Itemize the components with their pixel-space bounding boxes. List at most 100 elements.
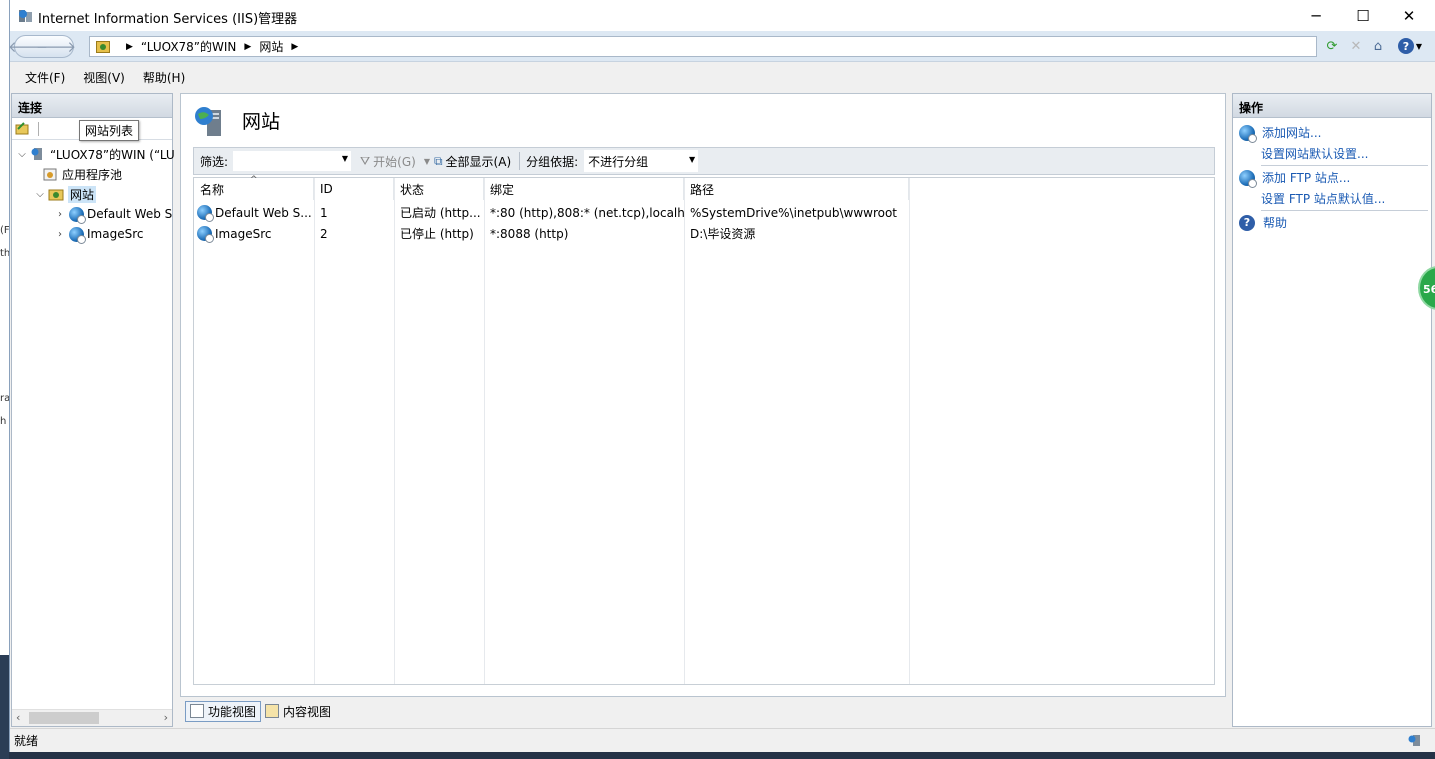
chevron-right-icon[interactable]: ▶ bbox=[126, 42, 133, 52]
scrollbar-thumb[interactable] bbox=[29, 712, 99, 724]
cell-status: 已启动 (http... bbox=[400, 206, 481, 220]
column-header-status[interactable]: 状态 bbox=[394, 178, 484, 200]
column-header-name[interactable]: ^ 名称 bbox=[194, 175, 314, 200]
chevron-right-icon[interactable]: ▶ bbox=[244, 42, 251, 52]
filter-label: 筛选: bbox=[200, 154, 229, 169]
chevron-right-icon[interactable]: ▶ bbox=[291, 42, 298, 52]
chevron-down-icon[interactable]: ▼ bbox=[424, 157, 430, 166]
action-site-defaults[interactable]: 设置网站默认设置... bbox=[1261, 145, 1368, 162]
column-divider bbox=[684, 178, 685, 684]
table-row[interactable]: ImageSrc 2 已停止 (http) *:8088 (http) D:\毕… bbox=[194, 223, 1214, 244]
show-all-button[interactable]: ⧉ 全部显示(A) bbox=[434, 153, 511, 170]
help-icon: ? bbox=[1239, 214, 1255, 231]
minimize-button[interactable]: ─ bbox=[1293, 0, 1339, 31]
scroll-right-icon[interactable]: › bbox=[164, 711, 168, 724]
close-button[interactable]: ✕ bbox=[1386, 0, 1432, 31]
iis-app-icon bbox=[19, 10, 32, 22]
cell-binding: *:80 (http),808:* (net.tcp),localh... bbox=[490, 205, 684, 220]
funnel-icon: ⛛ bbox=[360, 153, 371, 168]
iis-manager-window: Internet Information Services (IIS)管理器 ─… bbox=[8, 0, 1435, 752]
actions-panel: 操作 添加网站... 设置网站默认设置... 添加 FTP 站点... 设置 F… bbox=[1232, 93, 1432, 727]
tree-label-server: “LUOX78”的WIN (“LU bbox=[50, 147, 175, 162]
filter-bar: 筛选: ▼ ⛛ 开始(G) ▼ ⧉ 全部显示(A) 分组依据: 不进行分组 ▼ bbox=[193, 147, 1215, 175]
tree-label-app-pools: 应用程序池 bbox=[62, 167, 123, 182]
tree-item-imagesrc[interactable]: › ImageSrc bbox=[54, 224, 143, 244]
tooltip: 网站列表 bbox=[79, 120, 140, 141]
maximize-button[interactable]: ☐ bbox=[1340, 0, 1386, 31]
filter-input[interactable]: ▼ bbox=[232, 150, 353, 172]
menu-file[interactable]: 文件(F) bbox=[16, 69, 74, 86]
cell-path: %SystemDrive%\inetpub\wwwroot bbox=[690, 205, 897, 220]
breadcrumb-server[interactable]: “LUOX78”的WIN bbox=[141, 38, 237, 55]
show-all-icon: ⧉ bbox=[433, 153, 443, 168]
toolbar-separator bbox=[38, 122, 39, 136]
menu-bar: 文件(F) 视图(V) 帮助(H) bbox=[10, 63, 1435, 91]
chevron-down-icon[interactable]: ⌵ bbox=[16, 149, 28, 160]
action-ftp-defaults[interactable]: 设置 FTP 站点默认值... bbox=[1261, 190, 1385, 207]
toolbar-separator bbox=[519, 152, 521, 170]
help-dropdown[interactable]: ? ▼ bbox=[1395, 37, 1425, 55]
breadcrumb-sites[interactable]: 网站 bbox=[259, 38, 283, 55]
tree-item-sites[interactable]: ⌵ 网站 bbox=[34, 184, 97, 204]
window-title: Internet Information Services (IIS)管理器 bbox=[38, 12, 298, 27]
tab-content-view[interactable]: 内容视图 bbox=[261, 701, 335, 722]
cell-path: D:\毕设资源 bbox=[690, 227, 756, 241]
column-header-binding[interactable]: 绑定 bbox=[484, 178, 684, 200]
menu-help[interactable]: 帮助(H) bbox=[134, 69, 194, 86]
status-bar: 就绪 bbox=[10, 728, 1435, 752]
address-bar[interactable]: ▶ “LUOX78”的WIN ▶ 网站 ▶ bbox=[89, 36, 1317, 57]
chevron-right-icon[interactable]: › bbox=[54, 229, 66, 240]
connections-header: 连接 bbox=[12, 94, 172, 118]
group-by-label: 分组依据: bbox=[526, 154, 579, 169]
add-website-icon bbox=[1239, 124, 1257, 143]
column-divider bbox=[484, 178, 485, 684]
action-help[interactable]: ? 帮助 bbox=[1239, 214, 1287, 231]
content-view-icon bbox=[265, 704, 280, 718]
forward-button[interactable]: 🡒 bbox=[36, 35, 76, 57]
column-header-id[interactable]: ID bbox=[314, 178, 394, 200]
cell-id: 1 bbox=[320, 205, 328, 220]
group-by-select[interactable]: 不进行分组 ▼ bbox=[584, 150, 699, 172]
desktop-background: (F th ra h bbox=[0, 0, 10, 759]
add-ftp-icon bbox=[1239, 169, 1257, 188]
cell-name: Default Web S... bbox=[194, 202, 314, 223]
tree-item-server[interactable]: ⌵ “LUOX78”的WIN (“LU bbox=[16, 144, 175, 164]
sites-feature-page: 网站 筛选: ▼ ⛛ 开始(G) ▼ ⧉ 全部显示(A) 分组依据: 不进行分组… bbox=[180, 93, 1226, 697]
chevron-right-icon[interactable]: › bbox=[54, 209, 66, 220]
actions-divider bbox=[1261, 165, 1428, 166]
menu-view[interactable]: 视图(V) bbox=[74, 69, 134, 86]
horizontal-scrollbar[interactable]: ‹ › bbox=[12, 709, 172, 726]
title-bar: Internet Information Services (IIS)管理器 ─… bbox=[10, 0, 1435, 31]
address-toolbar: 🡐 🡒 ▶ “LUOX78”的WIN ▶ 网站 ▶ ⟳ ✕ ⌂ ? ▼ bbox=[8, 31, 1435, 62]
status-text: 就绪 bbox=[14, 734, 39, 748]
network-status-icon bbox=[1408, 735, 1420, 746]
connections-panel: 连接 ⌵ “LUOX78”的WIN (“LU 应用程序池 ⌵ 网站 › Defa… bbox=[11, 93, 175, 727]
tree-item-app-pools[interactable]: 应用程序池 bbox=[40, 164, 122, 184]
app-pool-icon bbox=[43, 168, 57, 181]
refresh-icon[interactable]: ⟳ bbox=[1323, 37, 1341, 55]
website-globe-icon bbox=[197, 226, 214, 243]
connect-icon[interactable] bbox=[15, 121, 30, 135]
website-globe-icon bbox=[197, 205, 214, 222]
chevron-down-icon[interactable]: ▼ bbox=[342, 154, 348, 163]
table-row[interactable]: Default Web S... 1 已启动 (http... *:80 (ht… bbox=[194, 202, 1214, 223]
column-header-path[interactable]: 路径 bbox=[684, 178, 909, 200]
page-title: 网站 bbox=[242, 111, 281, 133]
start-filter-button[interactable]: ⛛ 开始(G) bbox=[360, 153, 416, 170]
help-icon: ? bbox=[1397, 38, 1414, 54]
chevron-down-icon[interactable]: ⌵ bbox=[34, 189, 46, 200]
tree-label-default-site: Default Web S bbox=[87, 207, 173, 221]
scroll-left-icon[interactable]: ‹ bbox=[16, 711, 20, 724]
action-add-ftp-site[interactable]: 添加 FTP 站点... bbox=[1239, 169, 1350, 188]
tab-features-view[interactable]: 功能视图 bbox=[185, 700, 262, 722]
cell-id: 2 bbox=[320, 226, 328, 241]
desktop-taskbar-edge bbox=[0, 655, 9, 759]
tree-label-sites: 网站 bbox=[68, 185, 97, 203]
tree-item-default-site[interactable]: › Default Web S bbox=[54, 204, 172, 224]
sort-ascending-icon: ^ bbox=[250, 175, 258, 185]
server-icon bbox=[31, 148, 42, 160]
stop-icon[interactable]: ✕ bbox=[1347, 37, 1365, 55]
home-icon[interactable]: ⌂ bbox=[1369, 37, 1387, 55]
chevron-down-icon[interactable]: ▼ bbox=[689, 155, 695, 164]
action-add-site[interactable]: 添加网站... bbox=[1239, 124, 1321, 143]
